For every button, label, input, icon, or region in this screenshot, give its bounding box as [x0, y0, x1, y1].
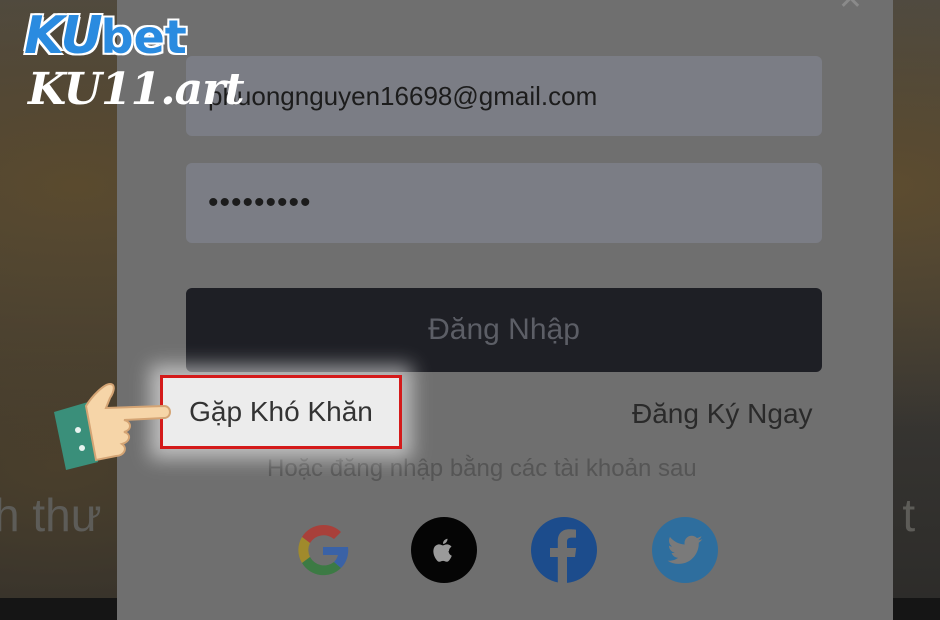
- google-login-button[interactable]: [290, 517, 356, 583]
- facebook-icon: [550, 529, 577, 583]
- trouble-link[interactable]: Gặp Khó Khăn: [160, 375, 402, 449]
- login-button[interactable]: Đăng Nhập: [186, 288, 822, 372]
- twitter-icon: [667, 535, 703, 564]
- facebook-login-button[interactable]: [531, 517, 597, 583]
- apple-login-button[interactable]: [411, 517, 477, 583]
- background-text-left: h thư: [0, 489, 102, 541]
- logo: KUbet KU11.art: [24, 6, 245, 115]
- logo-bet: bet: [100, 10, 187, 64]
- twitter-login-button[interactable]: [652, 517, 718, 583]
- apple-icon: [433, 538, 452, 562]
- alt-login-text: Hoặc đăng nhập bằng các tài khoản sau: [267, 455, 697, 482]
- register-link[interactable]: Đăng Ký Ngay: [632, 398, 813, 430]
- password-field[interactable]: •••••••••: [186, 163, 822, 243]
- pointing-hand-icon: [54, 382, 171, 470]
- logo-domain: KU11.art: [28, 64, 245, 115]
- close-icon[interactable]: ✕: [838, 0, 863, 17]
- google-icon: [298, 524, 349, 576]
- logo-ku: KU: [24, 6, 103, 66]
- email-field[interactable]: phuongnguyen16698@gmail.com: [186, 56, 822, 136]
